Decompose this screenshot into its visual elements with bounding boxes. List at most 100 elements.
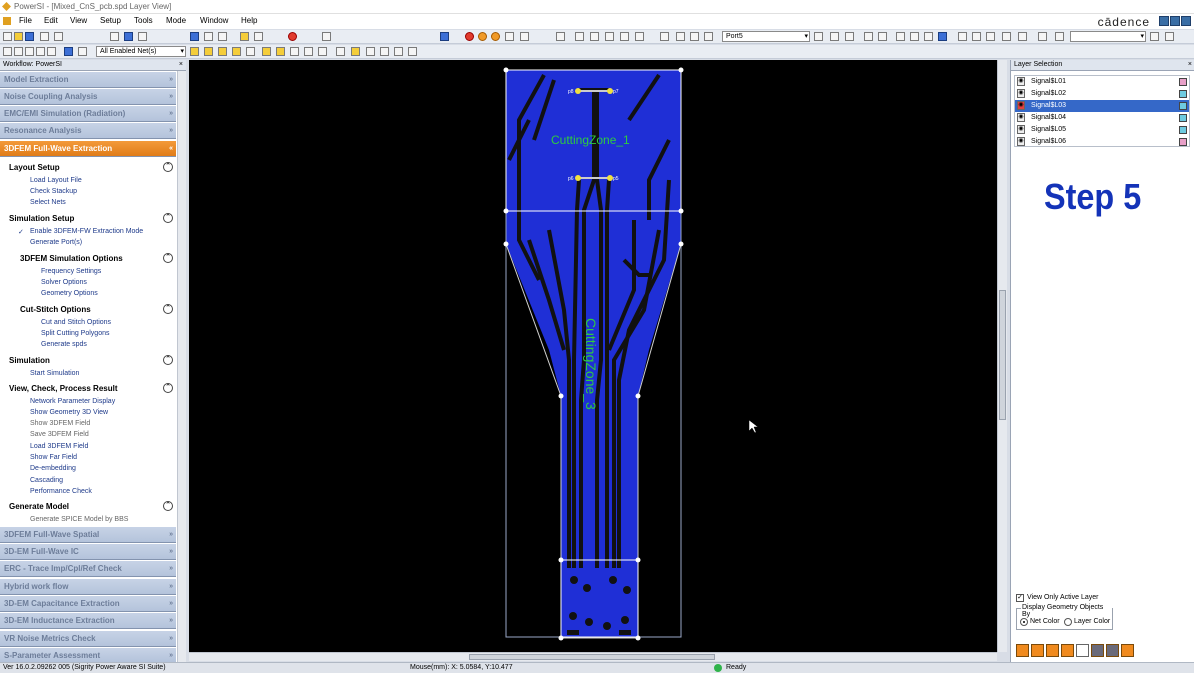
zoom-fit-icon[interactable] <box>605 32 614 41</box>
net-color-radio[interactable] <box>1020 618 1028 626</box>
layer-item[interactable]: ◉ Signal$L05 <box>1015 124 1189 136</box>
via-orange2-icon[interactable] <box>491 32 500 41</box>
add-port-icon[interactable] <box>814 32 823 41</box>
box-icon[interactable] <box>910 32 919 41</box>
undo-icon[interactable] <box>40 32 49 41</box>
search-icon[interactable] <box>1150 32 1159 41</box>
section-vr-noise[interactable]: VR Noise Metrics Check » <box>0 631 176 647</box>
link-geometry-3d[interactable]: Show Geometry 3D View <box>30 409 108 416</box>
delete-icon[interactable] <box>394 47 403 56</box>
link-generate-spds[interactable]: Generate spds <box>41 341 87 348</box>
link-performance-check[interactable]: Performance Check <box>30 488 92 495</box>
link-cut-stitch-options[interactable]: Cut and Stitch Options <box>41 319 111 326</box>
link-start-simulation[interactable]: Start Simulation <box>30 370 79 377</box>
dash-icon[interactable] <box>304 47 313 56</box>
new-icon[interactable] <box>3 32 12 41</box>
display-icon[interactable] <box>440 32 449 41</box>
zoom-in-icon[interactable] <box>575 32 584 41</box>
edit-icon[interactable] <box>240 32 249 41</box>
port-select[interactable]: Port5 ▾ <box>722 31 810 42</box>
target-icon[interactable] <box>1091 644 1104 657</box>
section-3dfem-spatial[interactable]: 3DFEM Full-Wave Spatial » <box>0 527 176 543</box>
section-capacitance[interactable]: 3D-EM Capacitance Extraction » <box>0 596 176 612</box>
layout-canvas[interactable]: p8 p7 p6 p5 CuttingZone_1 CuttingZone_3 <box>189 60 997 652</box>
shape-manager-icon[interactable] <box>36 47 45 56</box>
section-noise-coupling[interactable]: Noise Coupling Analysis » <box>0 89 176 105</box>
group-icon[interactable] <box>556 32 565 41</box>
close-icon[interactable]: × <box>1188 60 1192 70</box>
via-red-icon[interactable] <box>465 32 474 41</box>
measure-icon[interactable] <box>1038 32 1047 41</box>
layer-color-swatch[interactable] <box>1179 90 1187 98</box>
polygon-icon[interactable] <box>232 47 241 56</box>
pin-icon[interactable] <box>878 32 887 41</box>
section-inductance[interactable]: 3D-EM Inductance Extraction » <box>0 613 176 629</box>
menu-setup[interactable]: Setup <box>100 16 121 25</box>
collapse-icon[interactable]: ⌃ <box>163 213 173 223</box>
open-icon[interactable] <box>14 32 23 41</box>
via-icon[interactable] <box>246 47 255 56</box>
eye-icon[interactable]: ◉ <box>1017 101 1025 110</box>
link-network-param[interactable]: Network Parameter Display <box>30 398 115 405</box>
menu-file[interactable]: File <box>19 16 32 25</box>
filter-icon[interactable] <box>1165 32 1174 41</box>
pin-red-icon[interactable] <box>864 32 873 41</box>
workflow-icon[interactable] <box>64 47 73 56</box>
net-filter-select[interactable]: All Enabled Net(s) ▾ <box>96 46 186 57</box>
offset-icon[interactable] <box>336 47 345 56</box>
section-hybrid[interactable]: Hybrid work flow » <box>0 579 176 595</box>
bar-icon[interactable] <box>1046 644 1059 657</box>
collapse-icon[interactable]: ⌃ <box>163 162 173 172</box>
cross-icon[interactable] <box>1061 644 1074 657</box>
vscroll-thumb[interactable] <box>999 290 1006 420</box>
section-emc-emi[interactable]: EMC/EMI Simulation (Radiation) » <box>0 106 176 122</box>
collapse-icon[interactable]: ⌃ <box>163 304 173 314</box>
text-tool-icon[interactable] <box>276 47 285 56</box>
net-manager-icon[interactable] <box>25 47 34 56</box>
circuit-icon[interactable] <box>505 32 514 41</box>
rect-icon[interactable] <box>318 47 327 56</box>
link-save-field[interactable]: Save 3DFEM Field <box>30 431 89 438</box>
dot-icon[interactable] <box>290 47 299 56</box>
layout-icon[interactable] <box>124 32 133 41</box>
save-icon[interactable] <box>25 32 34 41</box>
dot-icon[interactable] <box>1076 644 1089 657</box>
grid-icon[interactable] <box>1106 644 1119 657</box>
wire-icon[interactable] <box>1031 644 1044 657</box>
view-only-active-checkbox[interactable]: ✓ <box>1016 594 1024 602</box>
pause-icon[interactable] <box>204 32 213 41</box>
arc-icon[interactable] <box>218 47 227 56</box>
pad-icon[interactable] <box>262 47 271 56</box>
binoculars-icon[interactable] <box>1055 32 1064 41</box>
stack-icon[interactable] <box>938 32 947 41</box>
section-erc[interactable]: ERC - Trace Imp/Cpl/Ref Check » <box>0 561 176 577</box>
zoom-out-icon[interactable] <box>590 32 599 41</box>
component-icon[interactable] <box>896 32 905 41</box>
table-icon[interactable] <box>78 47 87 56</box>
collapse-icon[interactable]: ⌃ <box>163 355 173 365</box>
canvas-vscrollbar[interactable] <box>997 60 1007 652</box>
link-load-field[interactable]: Load 3DFEM Field <box>30 443 88 450</box>
copy-icon[interactable] <box>110 32 119 41</box>
find-input[interactable]: ▾ <box>1070 31 1146 42</box>
move-icon[interactable] <box>366 47 375 56</box>
link-de-embedding[interactable]: De-embedding <box>30 465 76 472</box>
stretch-icon[interactable] <box>380 47 389 56</box>
layer-item[interactable]: ◉ Signal$L06 <box>1015 136 1189 148</box>
link-generate-ports[interactable]: Generate Port(s) <box>30 239 82 246</box>
layer-item[interactable]: ◉ Signal$L02 <box>1015 88 1189 100</box>
close-icon[interactable]: × <box>179 60 183 70</box>
snap-icon[interactable] <box>254 32 263 41</box>
layer-color-swatch[interactable] <box>1179 138 1187 146</box>
net-icon[interactable] <box>690 32 699 41</box>
plane-icon[interactable] <box>14 47 23 56</box>
collapse-icon[interactable]: ⌃ <box>163 501 173 511</box>
tree-icon[interactable] <box>3 47 12 56</box>
workflow-scrollbar[interactable] <box>177 71 186 663</box>
link-far-field[interactable]: Show Far Field <box>30 454 77 461</box>
port-icon[interactable] <box>704 32 713 41</box>
zoom-prev-icon[interactable] <box>620 32 629 41</box>
close-icon[interactable] <box>1181 16 1191 26</box>
redo-icon[interactable] <box>54 32 63 41</box>
ground-icon[interactable] <box>845 32 854 41</box>
